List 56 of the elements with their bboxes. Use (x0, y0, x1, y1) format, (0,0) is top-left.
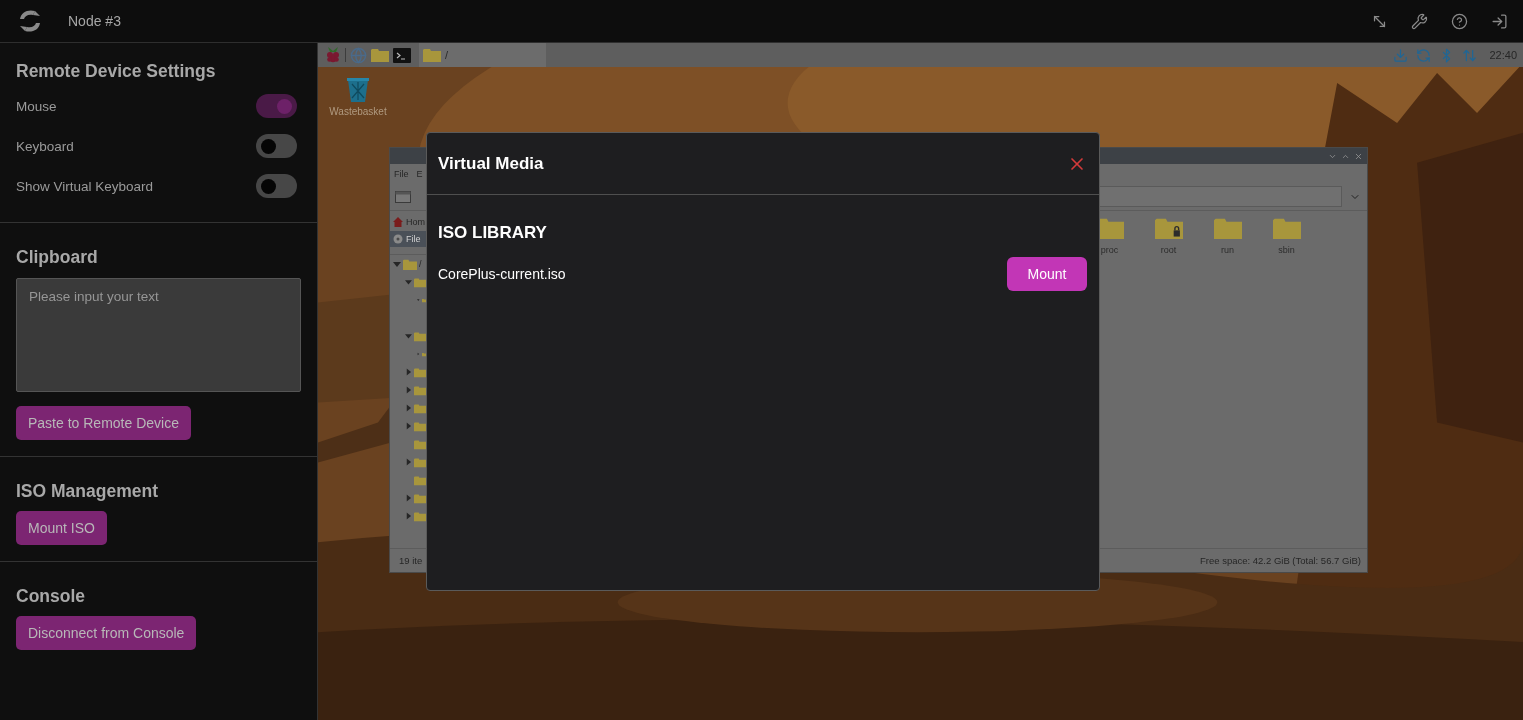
tree-row[interactable]: / (390, 255, 426, 273)
new-window-icon[interactable] (395, 190, 411, 203)
folder-icon[interactable] (1154, 217, 1183, 239)
place-item[interactable]: File (390, 231, 426, 247)
toggle-switch[interactable] (256, 134, 297, 158)
desktop-icon-label[interactable]: Wastebasket (329, 106, 387, 117)
folder-icon (413, 402, 426, 414)
folder-icon (413, 330, 426, 342)
task-button[interactable]: / (419, 43, 546, 67)
place-item[interactable]: Hom (390, 214, 426, 230)
help-button[interactable] (1449, 11, 1469, 31)
terminal-icon[interactable] (393, 47, 411, 63)
free-space-text: Free space: 42.2 GiB (Total: 56.7 GiB) (1199, 555, 1361, 566)
raspberry-icon[interactable] (325, 46, 341, 64)
action-button[interactable]: Disconnect from Console (16, 616, 197, 650)
close-icon[interactable] (1354, 151, 1363, 161)
toggle-switch[interactable] (256, 174, 297, 198)
folder-icon (413, 366, 426, 378)
menu-item[interactable]: File (394, 168, 409, 179)
toggle-label: Mouse (16, 98, 57, 114)
folder-icon (413, 456, 426, 468)
toggle-switch[interactable] (256, 94, 297, 118)
dialog-title: Virtual Media (438, 153, 544, 174)
address-field[interactable] (1099, 186, 1342, 207)
section-title: Remote Device Settings (16, 60, 216, 83)
wrench-button[interactable] (1409, 11, 1429, 31)
folder-icon (413, 384, 426, 396)
drive-icon (393, 234, 403, 244)
folder-icon (413, 474, 426, 486)
expander-icon[interactable] (393, 260, 401, 268)
folder-icon (413, 492, 426, 504)
folder-icon (413, 420, 426, 432)
folder-icon (403, 258, 417, 270)
clipboard-field[interactable]: Please input your text (16, 278, 301, 392)
action-button[interactable]: Mount ISO (16, 511, 107, 545)
logout-button[interactable] (1489, 11, 1509, 31)
section-title: Console (16, 585, 86, 608)
status-text: 19 ite (399, 555, 423, 566)
clock: 22:40 (1489, 49, 1517, 61)
toggle-label: Show Virtual Keyboard (16, 178, 154, 194)
section-title: ISO Management (16, 480, 158, 503)
section-title: Clipboard (16, 246, 98, 269)
toggle-label: Keyboard (16, 138, 74, 154)
section-heading: ISO LIBRARY (438, 222, 548, 244)
folder-icon[interactable] (1099, 217, 1124, 239)
home-icon (393, 217, 403, 227)
folder-icon (413, 510, 426, 522)
folder-icon (413, 438, 426, 450)
tree-item-label[interactable]: / (419, 259, 422, 269)
iso-file-name: CorePlus-current.iso (438, 266, 566, 282)
action-button[interactable]: Paste to Remote Device (16, 406, 191, 440)
mount-button[interactable]: Mount (1007, 257, 1087, 291)
folder-icon (423, 48, 441, 62)
wastebasket-icon[interactable] (344, 76, 372, 104)
node-title: Node #3 (68, 13, 122, 29)
folder-icon (413, 276, 426, 288)
